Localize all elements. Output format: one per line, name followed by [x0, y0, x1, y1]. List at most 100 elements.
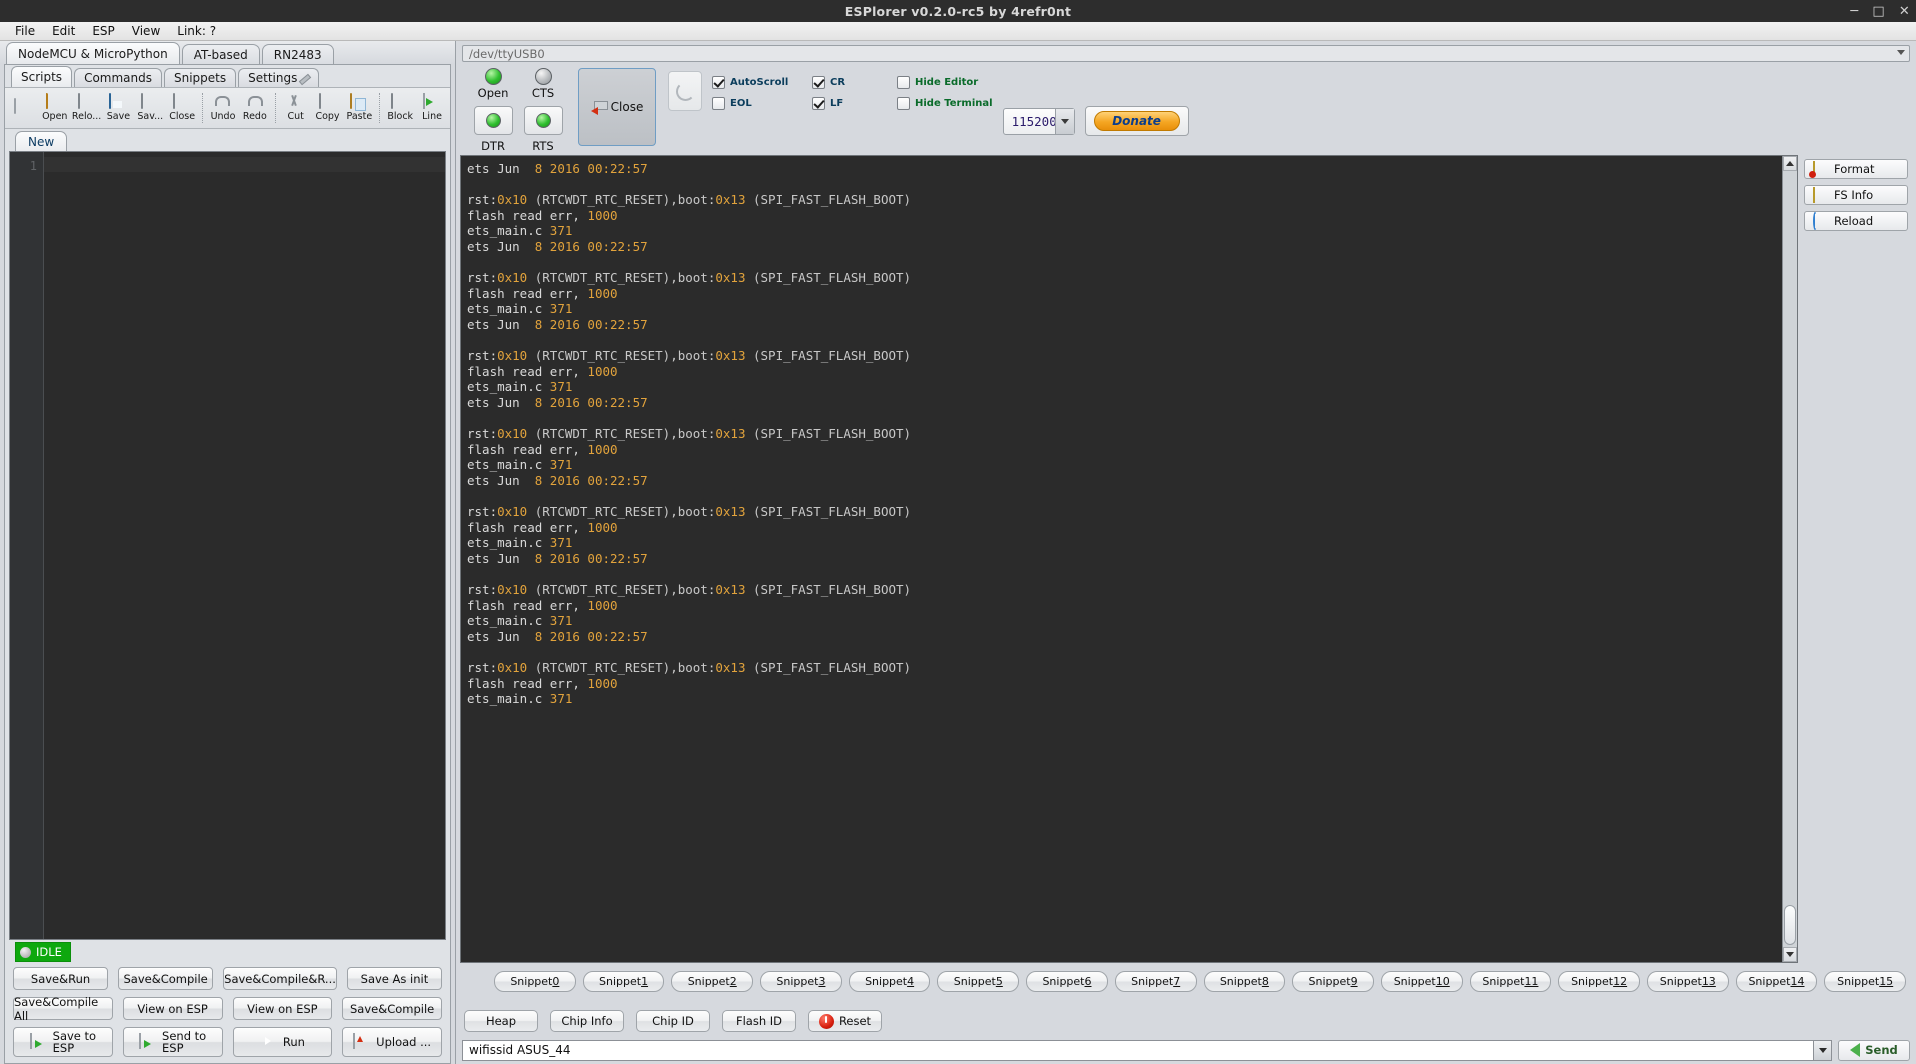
eol-checkbox[interactable]: EOL: [712, 97, 812, 110]
toolbar-close-file[interactable]: Close: [166, 88, 198, 128]
upload-button[interactable]: Upload ...: [342, 1027, 442, 1057]
checkbox-box[interactable]: [812, 97, 825, 110]
serial-close-button[interactable]: Close: [578, 68, 656, 146]
chip-info-button[interactable]: Chip Info: [550, 1010, 624, 1032]
save-and-run-button[interactable]: Save&Run: [13, 967, 109, 990]
code-text-area[interactable]: [44, 152, 445, 939]
reset-button[interactable]: Reset: [808, 1010, 882, 1032]
tab-label: Commands: [84, 71, 152, 85]
dtr-button[interactable]: [473, 106, 513, 135]
format-button[interactable]: Format: [1804, 159, 1908, 179]
baud-rate-combo[interactable]: 115200: [1002, 107, 1075, 135]
toolbar-cut[interactable]: Cut: [280, 88, 312, 128]
snippet-button-7[interactable]: Snippet 7: [1114, 971, 1197, 992]
save-and-compile-button[interactable]: Save&Compile: [118, 967, 214, 990]
heap-button[interactable]: Heap: [464, 1010, 538, 1032]
flash-id-button[interactable]: Flash ID: [722, 1010, 796, 1032]
snippet-button-2[interactable]: Snippet 2: [671, 971, 754, 992]
run-button[interactable]: Run: [232, 1027, 333, 1057]
toolbar-paste[interactable]: Paste: [343, 88, 375, 128]
send-to-esp-button[interactable]: Send to ESP: [122, 1027, 223, 1057]
tab-at-based[interactable]: AT-based: [181, 44, 260, 64]
view-on-esp-button[interactable]: View on ESP: [122, 997, 223, 1020]
chevron-down-icon[interactable]: [1813, 1040, 1831, 1060]
toolbar-reload[interactable]: Relo...: [71, 88, 103, 128]
chevron-down-icon[interactable]: [1054, 108, 1074, 134]
maximize-icon[interactable]: □: [1872, 5, 1884, 18]
toolbar-block-comment[interactable]: Block: [384, 88, 416, 128]
chevron-down-icon[interactable]: [1897, 50, 1905, 55]
tab-scripts[interactable]: Scripts: [11, 66, 73, 87]
snippet-button-6[interactable]: Snippet 6: [1026, 971, 1108, 992]
snippet-button-15[interactable]: Snippet 15: [1824, 971, 1906, 992]
toolbar-label: Redo: [242, 111, 267, 123]
view-on-esp-button-2[interactable]: View on ESP: [232, 997, 333, 1020]
lf-checkbox[interactable]: LF: [812, 97, 897, 110]
snippet-button-13[interactable]: Snippet 13: [1646, 971, 1729, 992]
toolbar-save-as[interactable]: Sav...: [134, 88, 166, 128]
snippet-button-4[interactable]: Snippet 4: [848, 971, 931, 992]
save-as-init-button[interactable]: Save As init: [346, 967, 442, 990]
minimize-icon[interactable]: ─: [1850, 5, 1858, 18]
menu-link[interactable]: Link: ?: [170, 23, 223, 39]
command-input[interactable]: wifissid ASUS_44: [462, 1039, 1832, 1061]
snippet-button-14[interactable]: Snippet 14: [1735, 971, 1818, 992]
scroll-up-button[interactable]: [1783, 156, 1797, 171]
autoscroll-checkbox[interactable]: AutoScroll: [712, 76, 812, 89]
donate-button-wrap[interactable]: Donate: [1084, 106, 1189, 136]
toolbar-line-comment[interactable]: Line: [416, 88, 448, 128]
menu-edit[interactable]: Edit: [45, 23, 82, 39]
scrollbar-track[interactable]: [1783, 171, 1797, 947]
checkbox-box[interactable]: [897, 76, 910, 89]
tab-settings[interactable]: Settings: [238, 68, 320, 87]
serial-port-combo[interactable]: /dev/ttyUSB0: [462, 45, 1910, 62]
snippet-button-3[interactable]: Snippet 3: [760, 971, 842, 992]
menu-view[interactable]: View: [125, 23, 167, 39]
snippet-button-12[interactable]: Snippet 12: [1558, 971, 1640, 992]
snippet-button-1[interactable]: Snippet 1: [582, 971, 665, 992]
hide-terminal-checkbox[interactable]: Hide Terminal: [897, 97, 993, 110]
checkbox-box[interactable]: [897, 97, 910, 110]
toolbar-open[interactable]: Open: [39, 88, 71, 128]
reload-button[interactable]: Reload: [1804, 211, 1908, 231]
tab-commands[interactable]: Commands: [74, 68, 162, 87]
close-icon[interactable]: ✕: [1899, 5, 1910, 18]
save-to-esp-button[interactable]: Save to ESP: [13, 1027, 113, 1057]
hide-editor-checkbox[interactable]: Hide Editor: [897, 76, 978, 89]
donate-button[interactable]: Donate: [1093, 111, 1180, 131]
chip-id-button[interactable]: Chip ID: [636, 1010, 710, 1032]
toolbar-undo[interactable]: Undo: [207, 88, 239, 128]
terminal[interactable]: ets Jun 8 2016 00:22:57 rst:0x10 (RTCWDT…: [460, 155, 1798, 963]
checkbox-box[interactable]: [812, 76, 825, 89]
checkbox-box[interactable]: [712, 76, 725, 89]
fs-info-button[interactable]: FS Info: [1804, 185, 1908, 205]
toolbar-save[interactable]: Save: [103, 88, 135, 128]
rts-button[interactable]: [523, 106, 563, 135]
save-compile-run-button[interactable]: Save&Compile&R...: [223, 967, 337, 990]
cr-checkbox[interactable]: CR: [812, 76, 897, 89]
snippet-button-5[interactable]: Snippet 5: [937, 971, 1020, 992]
refresh-ports-button[interactable]: [668, 71, 702, 111]
snippet-button-11[interactable]: Snippet 11: [1469, 971, 1552, 992]
snippet-button-9[interactable]: Snippet 9: [1292, 971, 1374, 992]
menu-file[interactable]: File: [8, 23, 42, 39]
tab-snippets[interactable]: Snippets: [164, 68, 237, 87]
checkbox-box[interactable]: [712, 97, 725, 110]
scroll-down-button[interactable]: [1783, 947, 1797, 962]
toolbar-copy[interactable]: Copy: [312, 88, 344, 128]
send-button[interactable]: Send: [1838, 1039, 1910, 1061]
scrollbar-thumb[interactable]: [1784, 905, 1796, 945]
toolbar-new-file[interactable]: [7, 88, 39, 128]
save-compile-all-button[interactable]: Save&Compile All: [13, 995, 113, 1023]
menu-esp[interactable]: ESP: [85, 23, 121, 39]
code-editor[interactable]: 1: [9, 151, 446, 940]
tab-rn2483[interactable]: RN2483: [261, 44, 334, 64]
snippet-button-0[interactable]: Snippet 0: [494, 971, 576, 992]
tab-nodemcu-micropython[interactable]: NodeMCU & MicroPython: [6, 42, 180, 64]
file-tab-new[interactable]: New: [15, 131, 68, 151]
terminal-scrollbar[interactable]: [1782, 156, 1797, 962]
snippet-button-8[interactable]: Snippet 8: [1203, 971, 1286, 992]
toolbar-redo[interactable]: Redo: [239, 88, 271, 128]
save-compile-button-2[interactable]: Save&Compile: [342, 997, 442, 1020]
snippet-button-10[interactable]: Snippet 10: [1380, 971, 1463, 992]
